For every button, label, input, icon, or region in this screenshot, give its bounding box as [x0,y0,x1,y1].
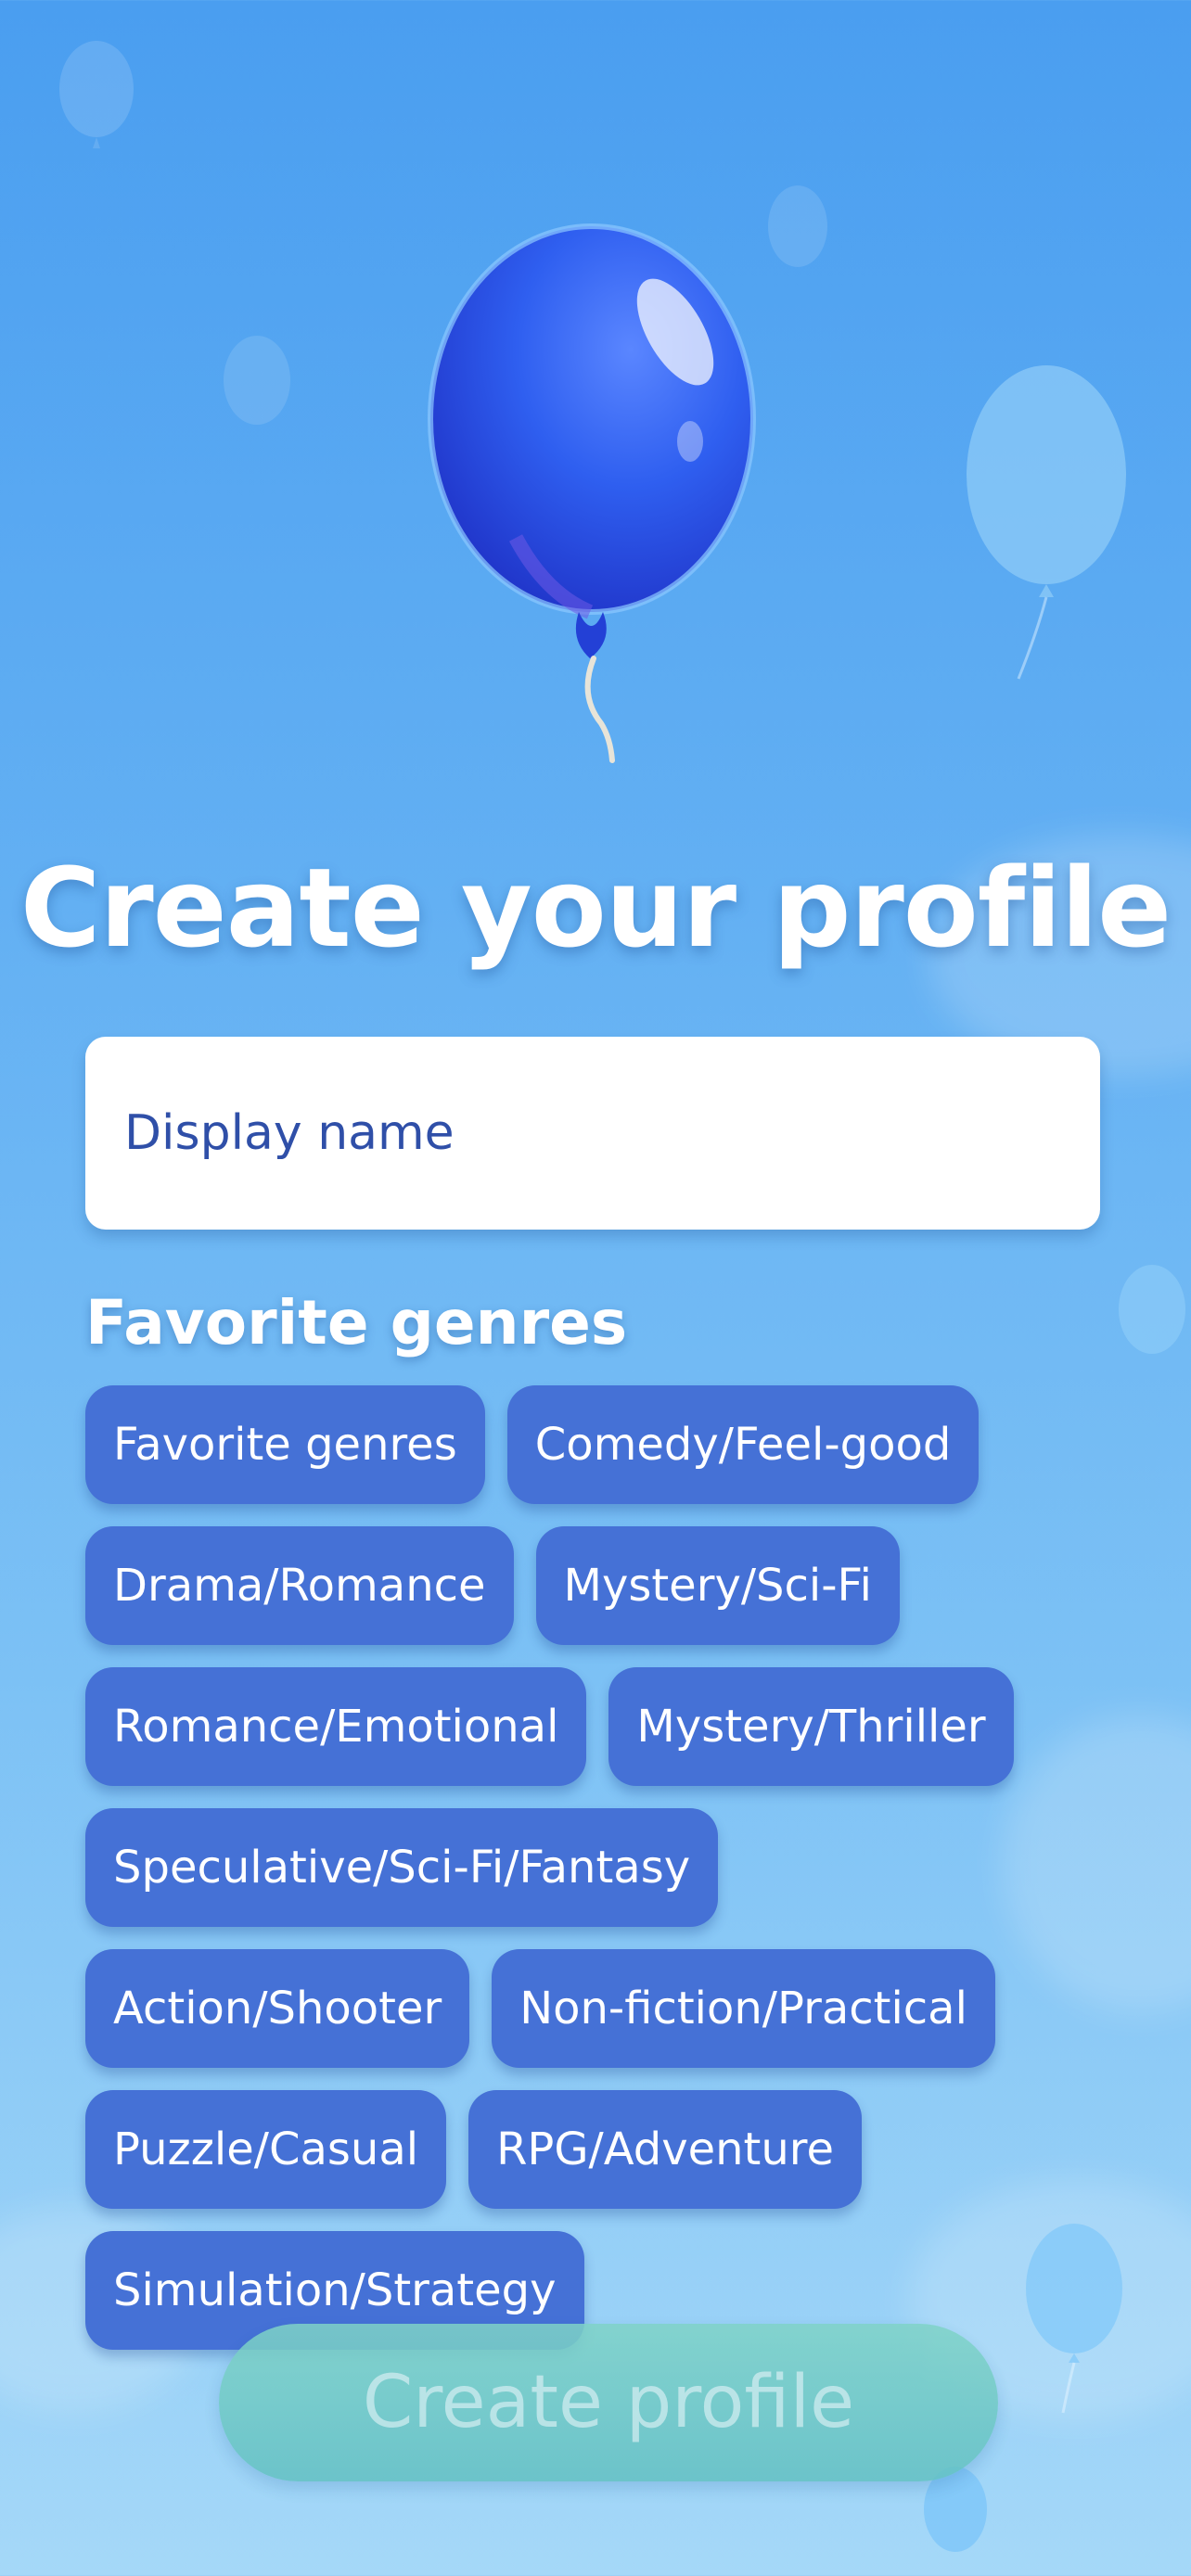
create-profile-button[interactable]: Create profile [219,2324,998,2481]
genre-chip[interactable]: Action/Shooter [85,1949,470,2068]
background-balloon-icon [1119,1265,1185,1354]
display-name-input[interactable] [85,1037,1100,1230]
genre-chip[interactable]: Comedy/Feel-good [506,1385,980,1504]
background-balloon-icon [967,365,1126,680]
genre-chip[interactable]: Speculative/Sci-Fi/Fantasy [85,1808,719,1927]
genre-chip[interactable]: Non-fiction/Practical [492,1949,995,2068]
genre-chip[interactable]: Romance/Emotional [85,1667,587,1786]
genre-chip[interactable]: Drama/Romance [85,1526,514,1645]
genre-chip[interactable]: Mystery/Thriller [608,1667,1014,1786]
background-balloon-icon [768,185,827,267]
favorite-genres-heading: Favorite genres [85,1287,628,1358]
page-title: Create your profile [19,844,1172,972]
background-balloon-icon [224,336,290,425]
genre-chip-list: Favorite genres Comedy/Feel-good Drama/R… [85,1385,1115,2350]
background-balloon-icon [59,41,134,148]
genre-chip[interactable]: Favorite genres [85,1385,485,1504]
genre-chip[interactable]: RPG/Adventure [468,2090,862,2209]
genre-chip[interactable]: Mystery/Sci-Fi [535,1526,900,1645]
genre-chip[interactable]: Puzzle/Casual [85,2090,447,2209]
balloon-icon [428,223,756,763]
